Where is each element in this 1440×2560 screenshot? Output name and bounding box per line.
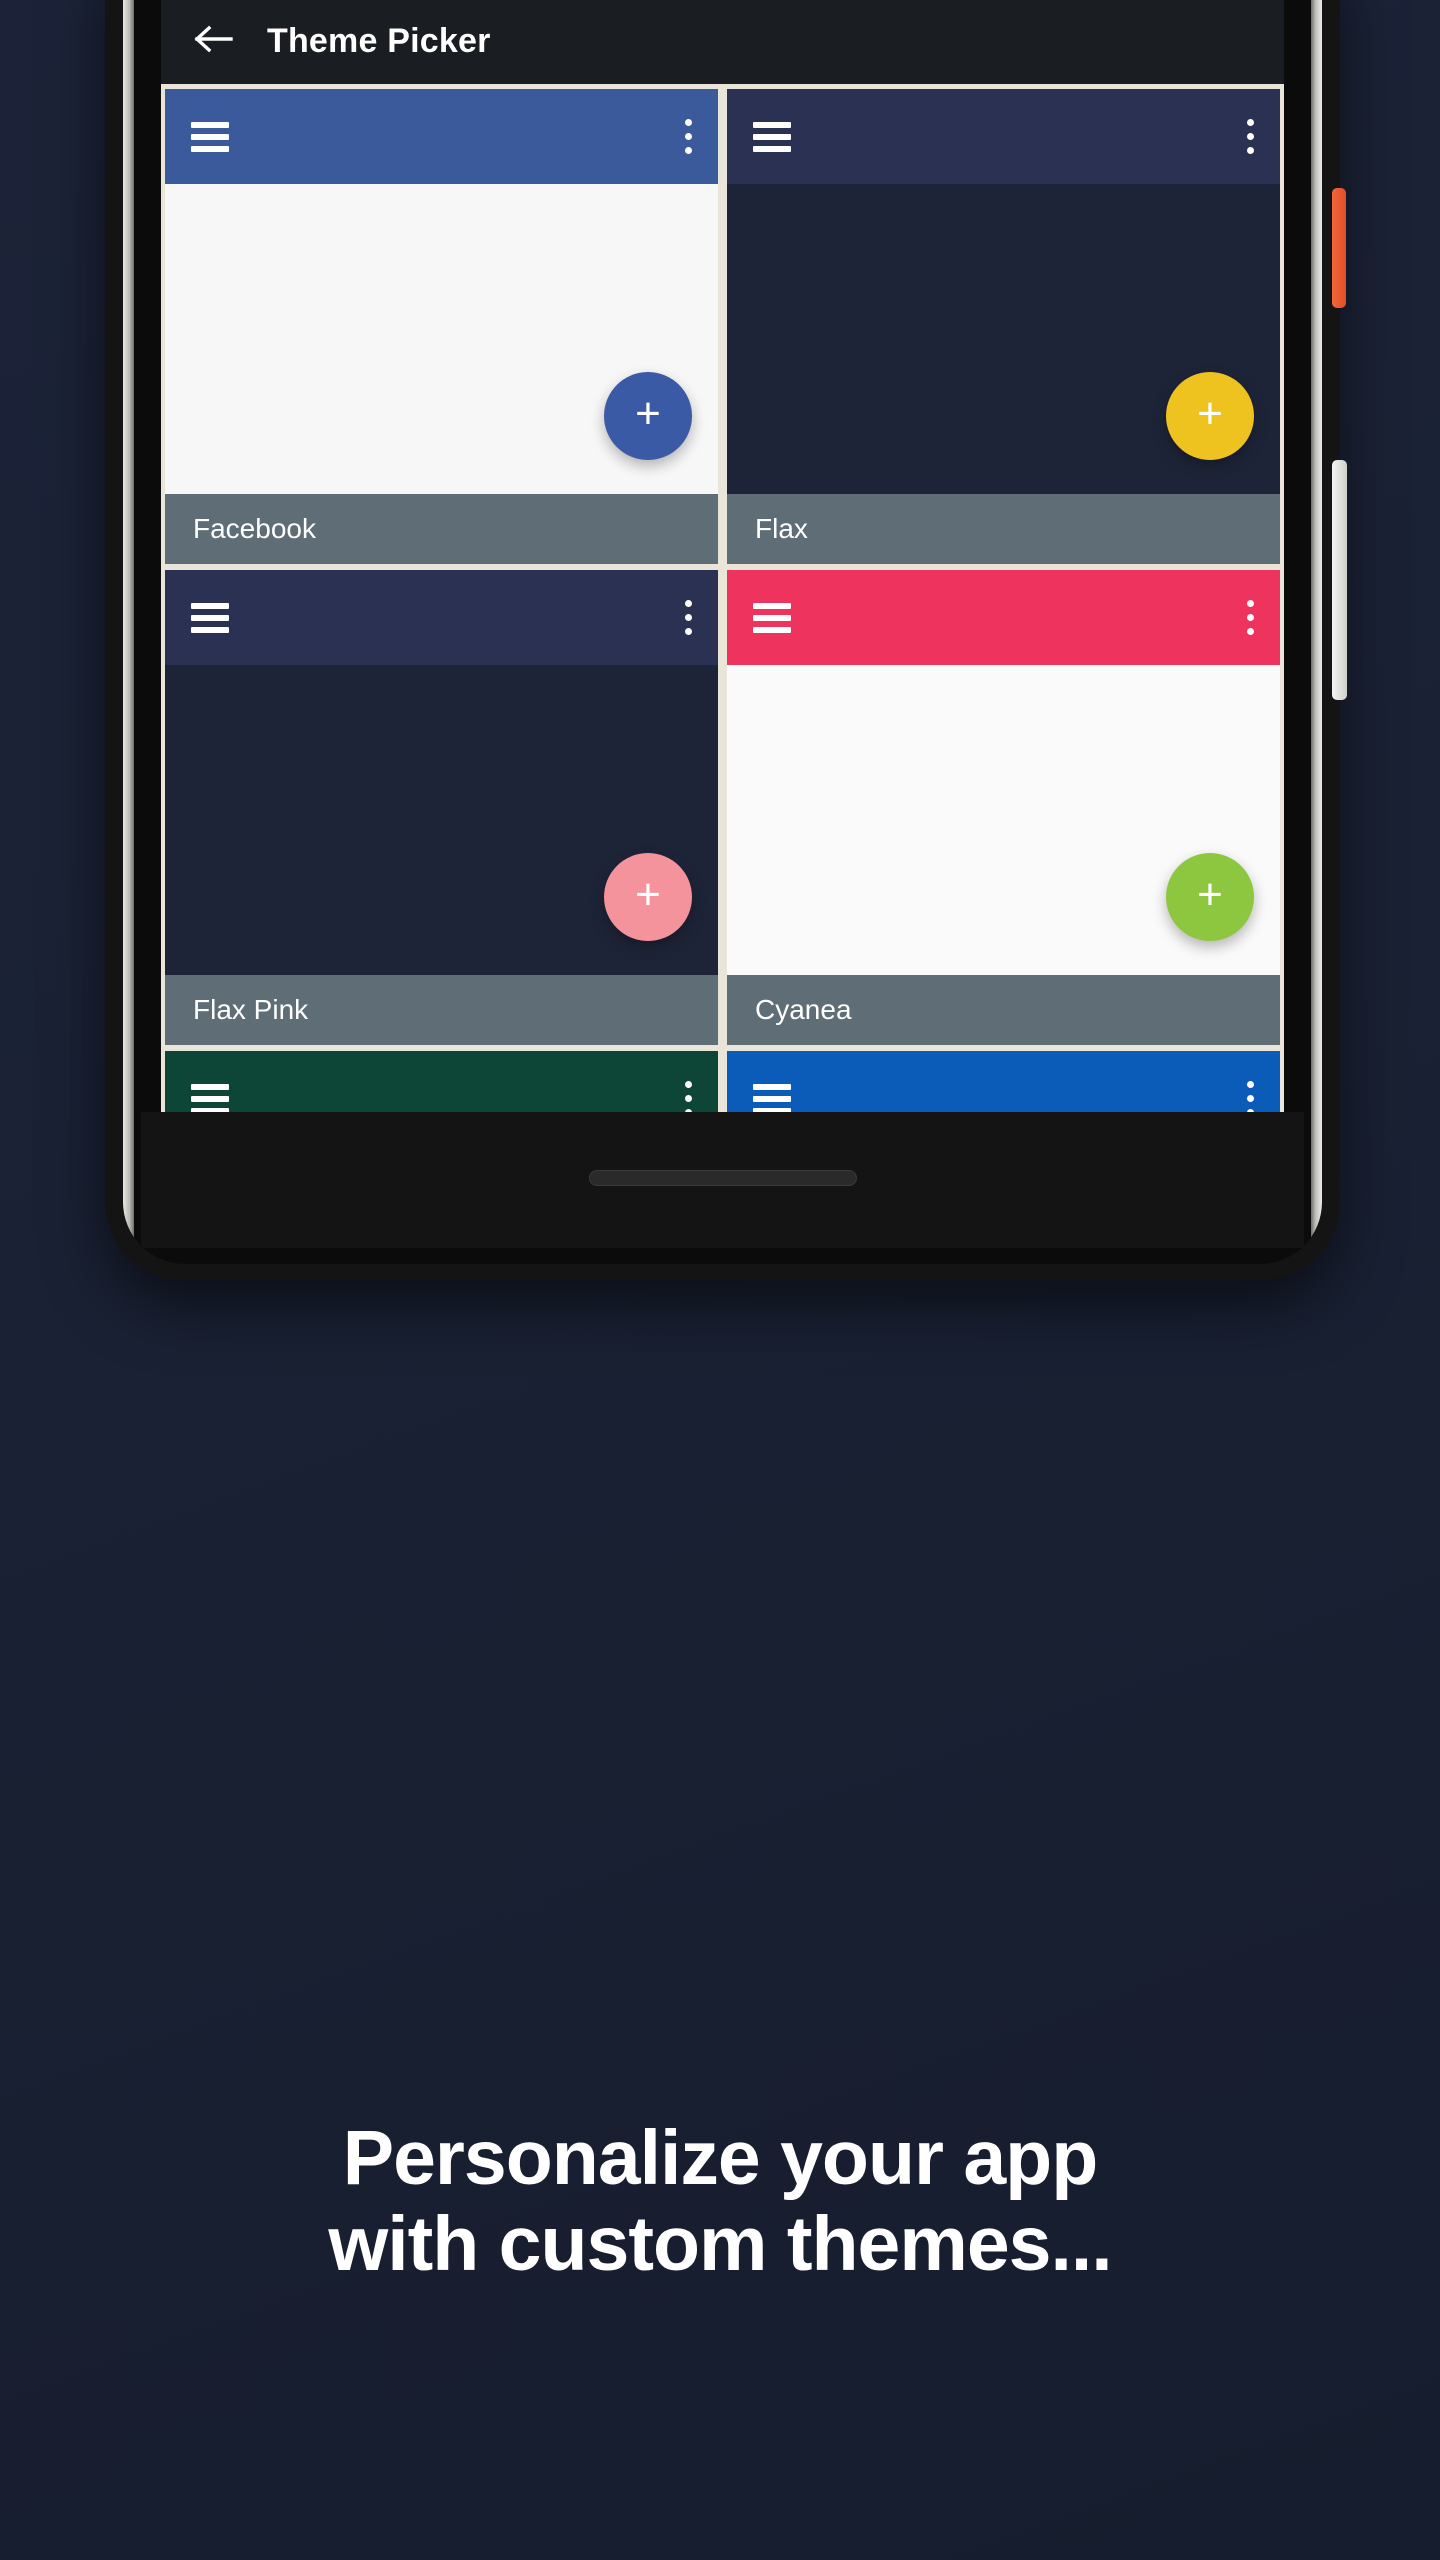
theme-card-flax-pink[interactable]: + Flax Pink — [165, 570, 718, 1045]
theme-card-cyanea[interactable]: + Cyanea — [727, 570, 1280, 1045]
phone-device: 60° — [105, 0, 1347, 1280]
phone-left-bezel — [123, 0, 134, 1264]
hamburger-menu-icon[interactable] — [753, 602, 791, 633]
add-fab-button[interactable]: + — [1166, 853, 1254, 941]
theme-name-label: Facebook — [165, 494, 718, 564]
add-fab-button[interactable]: + — [604, 372, 692, 460]
hamburger-menu-icon[interactable] — [753, 1083, 791, 1114]
kebab-menu-icon[interactable] — [1247, 600, 1254, 635]
promo-line-2: with custom themes... — [328, 2201, 1112, 2288]
plus-icon: + — [1197, 389, 1223, 438]
hamburger-menu-icon[interactable] — [191, 1083, 229, 1114]
add-fab-button[interactable]: + — [604, 853, 692, 941]
kebab-menu-icon[interactable] — [685, 1081, 692, 1116]
add-fab-button[interactable]: + — [1166, 372, 1254, 460]
kebab-menu-icon[interactable] — [685, 119, 692, 154]
theme-card-flax[interactable]: + Flax — [727, 89, 1280, 564]
back-arrow-icon[interactable] — [193, 23, 233, 60]
hamburger-menu-icon[interactable] — [191, 121, 229, 152]
card-body: + — [165, 184, 718, 494]
kebab-menu-icon[interactable] — [685, 600, 692, 635]
phone-screen: 60° — [161, 0, 1284, 1144]
card-header — [727, 89, 1280, 184]
theme-name-label: Flax Pink — [165, 975, 718, 1045]
kebab-menu-icon[interactable] — [1247, 1081, 1254, 1116]
card-header — [165, 570, 718, 665]
screenshot-root: 60° — [0, 0, 1440, 2560]
theme-name-label: Cyanea — [727, 975, 1280, 1045]
promo-tagline: Personalize your app with custom themes.… — [0, 2115, 1440, 2287]
card-header — [165, 89, 718, 184]
kebab-menu-icon[interactable] — [1247, 119, 1254, 154]
theme-grid: + Facebook + Flax + Flax Pink + Cyanea — [161, 84, 1284, 1144]
plus-icon: + — [635, 389, 661, 438]
app-bar: Theme Picker — [161, 0, 1284, 84]
plus-icon: + — [1197, 870, 1223, 919]
hamburger-menu-icon[interactable] — [753, 121, 791, 152]
plus-icon: + — [635, 870, 661, 919]
card-header — [727, 570, 1280, 665]
page-title: Theme Picker — [267, 21, 491, 60]
speaker-grille — [588, 1170, 857, 1186]
card-body: + — [165, 665, 718, 975]
phone-body: 60° — [123, 0, 1322, 1264]
hamburger-menu-icon[interactable] — [191, 602, 229, 633]
card-body: + — [727, 184, 1280, 494]
power-button[interactable] — [1332, 188, 1346, 308]
card-body: + — [727, 665, 1280, 975]
volume-rocker-button[interactable] — [1332, 460, 1347, 700]
promo-line-1: Personalize your app — [342, 2115, 1099, 2201]
theme-card-facebook[interactable]: + Facebook — [165, 89, 718, 564]
theme-name-label: Flax — [727, 494, 1280, 564]
phone-right-bezel — [1311, 0, 1322, 1264]
